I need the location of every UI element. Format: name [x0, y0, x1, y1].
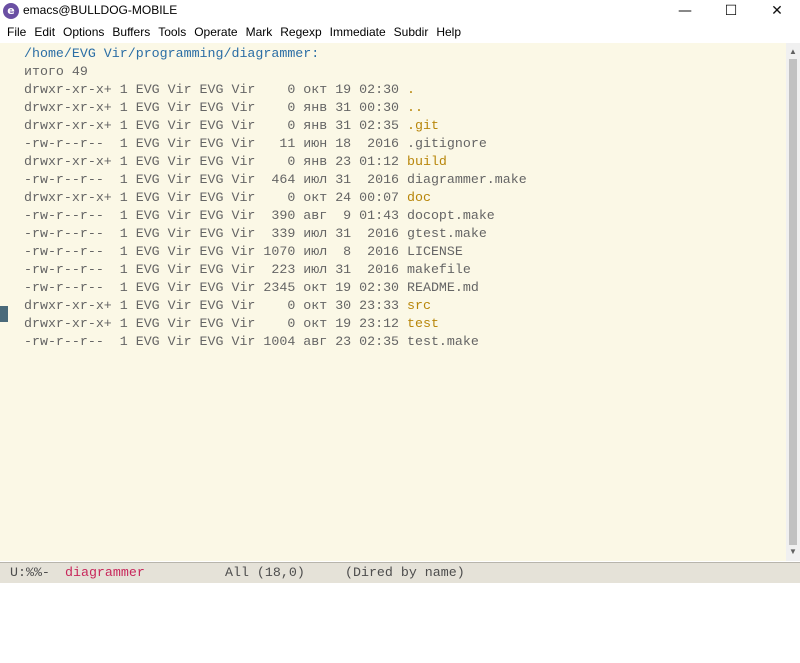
- file-name[interactable]: README.md: [407, 280, 479, 295]
- title-bar: e emacs@BULLDOG-MOBILE — ☐ ✕: [0, 0, 800, 22]
- directory-header[interactable]: /home/EVG Vir/programming/diagrammer:: [24, 45, 527, 63]
- scroll-up-icon[interactable]: ▲: [786, 45, 800, 59]
- left-fringe: [0, 43, 8, 561]
- file-attributes: -rw-r--r-- 1 EVG Vir EVG Vir 11 июн 18 2…: [24, 136, 408, 151]
- directory-name[interactable]: .: [407, 82, 415, 97]
- file-entry[interactable]: -rw-r--r-- 1 EVG Vir EVG Vir 339 июл 31 …: [24, 225, 527, 243]
- file-name[interactable]: makefile: [407, 262, 471, 277]
- menu-options[interactable]: Options: [63, 22, 104, 42]
- menu-mark[interactable]: Mark: [246, 22, 273, 42]
- directory-name[interactable]: src: [407, 298, 431, 313]
- file-entry[interactable]: -rw-r--r-- 1 EVG Vir EVG Vir 11 июн 18 2…: [24, 135, 527, 153]
- emacs-icon: e: [3, 3, 19, 19]
- directory-name[interactable]: ..: [407, 100, 423, 115]
- file-entry[interactable]: -rw-r--r-- 1 EVG Vir EVG Vir 390 авг 9 0…: [24, 207, 527, 225]
- menu-bar: File Edit Options Buffers Tools Operate …: [0, 22, 800, 42]
- file-entry[interactable]: -rw-r--r-- 1 EVG Vir EVG Vir 223 июл 31 …: [24, 261, 527, 279]
- file-name[interactable]: docopt.make: [407, 208, 495, 223]
- file-attributes: drwxr-xr-x+ 1 EVG Vir EVG Vir 0 янв 31 0…: [24, 100, 408, 115]
- maximize-button[interactable]: ☐: [708, 0, 754, 22]
- file-name[interactable]: test.make: [407, 334, 479, 349]
- directory-name[interactable]: .git: [407, 118, 439, 133]
- menu-regexp[interactable]: Regexp: [280, 22, 321, 42]
- modeline-position: All (18,0): [225, 565, 305, 580]
- directory-name[interactable]: doc: [407, 190, 431, 205]
- menu-subdir[interactable]: Subdir: [394, 22, 429, 42]
- file-attributes: drwxr-xr-x+ 1 EVG Vir EVG Vir 0 окт 30 2…: [24, 298, 408, 313]
- minibuffer[interactable]: [0, 583, 800, 600]
- file-entry[interactable]: -rw-r--r-- 1 EVG Vir EVG Vir 2345 окт 19…: [24, 279, 527, 297]
- modeline-buffer-name[interactable]: diagrammer: [65, 563, 145, 583]
- file-entry[interactable]: drwxr-xr-x+ 1 EVG Vir EVG Vir 0 окт 19 2…: [24, 315, 527, 333]
- file-attributes: drwxr-xr-x+ 1 EVG Vir EVG Vir 0 янв 31 0…: [24, 118, 408, 133]
- file-attributes: -rw-r--r-- 1 EVG Vir EVG Vir 223 июл 31 …: [24, 262, 408, 277]
- directory-name[interactable]: test: [407, 316, 439, 331]
- scroll-down-icon[interactable]: ▼: [786, 545, 800, 559]
- file-attributes: -rw-r--r-- 1 EVG Vir EVG Vir 1004 авг 23…: [24, 334, 408, 349]
- file-entry[interactable]: -rw-r--r-- 1 EVG Vir EVG Vir 1070 июл 8 …: [24, 243, 527, 261]
- file-attributes: -rw-r--r-- 1 EVG Vir EVG Vir 464 июл 31 …: [24, 172, 408, 187]
- menu-operate[interactable]: Operate: [194, 22, 237, 42]
- window-title: emacs@BULLDOG-MOBILE: [23, 3, 178, 17]
- menu-buffers[interactable]: Buffers: [112, 22, 150, 42]
- menu-help[interactable]: Help: [436, 22, 461, 42]
- modeline-mode[interactable]: (Dired by name): [345, 563, 465, 583]
- minimize-button[interactable]: —: [662, 0, 708, 22]
- menu-tools[interactable]: Tools: [158, 22, 186, 42]
- file-entry[interactable]: -rw-r--r-- 1 EVG Vir EVG Vir 1004 авг 23…: [24, 333, 527, 351]
- file-attributes: -rw-r--r-- 1 EVG Vir EVG Vir 339 июл 31 …: [24, 226, 408, 241]
- file-attributes: -rw-r--r-- 1 EVG Vir EVG Vir 390 авг 9 0…: [24, 208, 408, 223]
- menu-file[interactable]: File: [7, 22, 26, 42]
- file-entry[interactable]: drwxr-xr-x+ 1 EVG Vir EVG Vir 0 янв 23 0…: [24, 153, 527, 171]
- directory-name[interactable]: build: [407, 154, 447, 169]
- scrollbar-thumb[interactable]: [789, 59, 797, 545]
- dired-buffer[interactable]: /home/EVG Vir/programming/diagrammer: ито…: [8, 43, 786, 561]
- total-line: итого 49: [24, 64, 88, 79]
- file-attributes: -rw-r--r-- 1 EVG Vir EVG Vir 1070 июл 8 …: [24, 244, 408, 259]
- file-name[interactable]: diagrammer.make: [407, 172, 527, 187]
- file-entry[interactable]: -rw-r--r-- 1 EVG Vir EVG Vir 464 июл 31 …: [24, 171, 527, 189]
- file-entry[interactable]: drwxr-xr-x+ 1 EVG Vir EVG Vir 0 окт 24 0…: [24, 189, 527, 207]
- file-attributes: -rw-r--r-- 1 EVG Vir EVG Vir 2345 окт 19…: [24, 280, 408, 295]
- file-name[interactable]: gtest.make: [407, 226, 487, 241]
- file-entry[interactable]: drwxr-xr-x+ 1 EVG Vir EVG Vir 0 янв 31 0…: [24, 99, 527, 117]
- file-list: drwxr-xr-x+ 1 EVG Vir EVG Vir 0 окт 19 0…: [24, 81, 527, 351]
- file-name[interactable]: LICENSE: [407, 244, 463, 259]
- vertical-scrollbar[interactable]: ▲ ▼: [786, 43, 800, 561]
- menu-immediate[interactable]: Immediate: [330, 22, 386, 42]
- buffer-text: /home/EVG Vir/programming/diagrammer: ито…: [24, 45, 527, 351]
- file-attributes: drwxr-xr-x+ 1 EVG Vir EVG Vir 0 окт 19 2…: [24, 316, 408, 331]
- modeline-status: U:%%-: [10, 565, 50, 580]
- close-button[interactable]: ✕: [754, 0, 800, 22]
- file-attributes: drwxr-xr-x+ 1 EVG Vir EVG Vir 0 окт 24 0…: [24, 190, 408, 205]
- file-entry[interactable]: drwxr-xr-x+ 1 EVG Vir EVG Vir 0 янв 31 0…: [24, 117, 527, 135]
- text-cursor: [0, 306, 8, 322]
- file-entry[interactable]: drwxr-xr-x+ 1 EVG Vir EVG Vir 0 окт 19 0…: [24, 81, 527, 99]
- file-attributes: drwxr-xr-x+ 1 EVG Vir EVG Vir 0 окт 19 0…: [24, 82, 408, 97]
- file-attributes: drwxr-xr-x+ 1 EVG Vir EVG Vir 0 янв 23 0…: [24, 154, 408, 169]
- file-entry[interactable]: drwxr-xr-x+ 1 EVG Vir EVG Vir 0 окт 30 2…: [24, 297, 527, 315]
- file-name[interactable]: .gitignore: [407, 136, 487, 151]
- menu-edit[interactable]: Edit: [34, 22, 55, 42]
- mode-line: U:%%- diagrammer All (18,0) (Dired by na…: [0, 562, 800, 583]
